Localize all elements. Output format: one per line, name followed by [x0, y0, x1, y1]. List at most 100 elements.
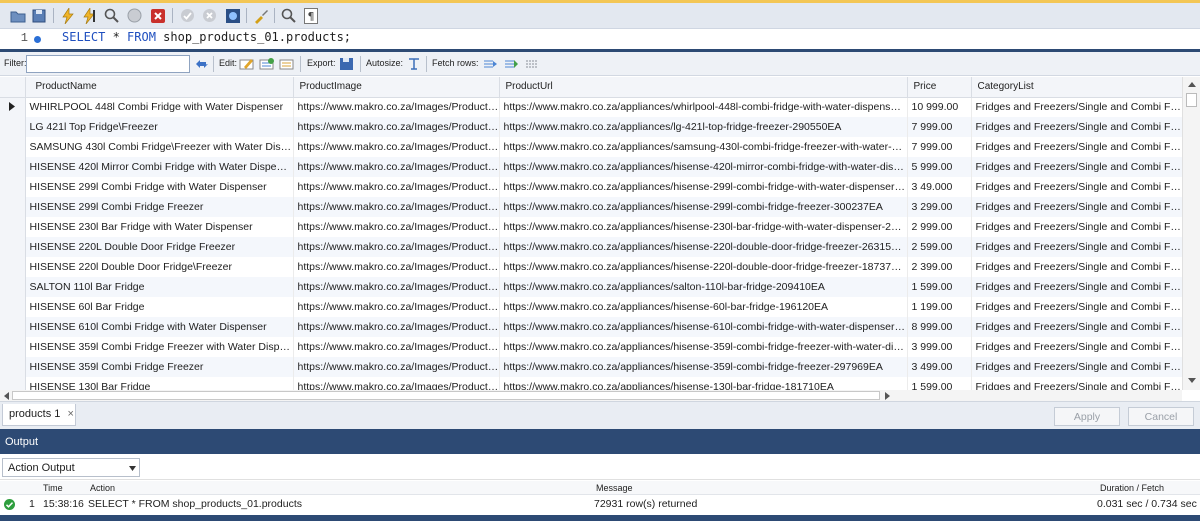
product-image-cell[interactable]: https://www.makro.co.za/Images/Products.…: [293, 297, 500, 317]
category-list-cell[interactable]: Fridges and Freezers/Single and Combi Fr…: [971, 197, 1182, 217]
close-tab-icon[interactable]: ×: [67, 408, 73, 420]
horizontal-scrollbar[interactable]: [0, 390, 1182, 401]
product-name-cell[interactable]: HISENSE 230l Bar Fridge with Water Dispe…: [25, 217, 294, 237]
product-image-cell[interactable]: https://www.makro.co.za/Images/Products.…: [293, 237, 500, 257]
price-cell[interactable]: 3 49.000: [907, 177, 972, 197]
product-image-cell[interactable]: https://www.makro.co.za/Images/Products.…: [293, 377, 500, 390]
auto-commit-icon[interactable]: [224, 7, 241, 24]
price-cell[interactable]: 1 599.00: [907, 277, 972, 297]
row-header[interactable]: [0, 137, 26, 157]
table-row[interactable]: SALTON 110l Bar Fridge https://www.makro.…: [0, 277, 1182, 297]
row-header[interactable]: [0, 357, 26, 377]
category-list-cell[interactable]: Fridges and Freezers/Single and Combi Fr…: [971, 217, 1182, 237]
product-url-cell[interactable]: https://www.makro.co.za/appliances/samsu…: [499, 137, 908, 157]
product-url-cell[interactable]: https://www.makro.co.za/appliances/hisen…: [499, 297, 908, 317]
row-header[interactable]: [0, 197, 26, 217]
cancel-button[interactable]: Cancel: [1128, 407, 1194, 426]
category-list-cell[interactable]: Fridges and Freezers/Single and Combi Fr…: [971, 177, 1182, 197]
save-icon[interactable]: [30, 7, 47, 24]
product-image-cell[interactable]: https://www.makro.co.za/Images/Products.…: [293, 357, 500, 377]
product-image-cell[interactable]: https://www.makro.co.za/Images/Products.…: [293, 97, 500, 117]
product-name-cell[interactable]: HISENSE 220L Double Door Fridge Freezer: [25, 237, 294, 257]
table-row[interactable]: WHIRLPOOL 448l Combi Fridge with Water D…: [0, 97, 1182, 117]
row-header[interactable]: [0, 177, 26, 197]
product-name-cell[interactable]: HISENSE 610l Combi Fridge with Water Dis…: [25, 317, 294, 337]
row-header[interactable]: [0, 257, 26, 277]
stop-icon[interactable]: [126, 7, 143, 24]
table-row[interactable]: HISENSE 299l Combi Fridge with Water Dis…: [0, 177, 1182, 197]
product-image-cell[interactable]: https://www.makro.co.za/Images/Products.…: [293, 317, 500, 337]
scroll-left-icon[interactable]: [3, 392, 9, 400]
product-name-cell[interactable]: HISENSE 220l Double Door Fridge\Freezer: [25, 257, 294, 277]
table-row[interactable]: HISENSE 220L Double Door Fridge Freezer h…: [0, 237, 1182, 257]
product-url-cell[interactable]: https://www.makro.co.za/appliances/hisen…: [499, 217, 908, 237]
price-cell[interactable]: 5 999.00: [907, 157, 972, 177]
category-list-cell[interactable]: Fridges and Freezers/Single and Combi Fr…: [971, 297, 1182, 317]
sql-editor[interactable]: 1 SELECT * FROM shop_products_01.product…: [0, 29, 1200, 49]
product-image-cell[interactable]: https://www.makro.co.za/Images/Products.…: [293, 137, 500, 157]
category-list-cell[interactable]: Fridges and Freezers/Single and Combi Fr…: [971, 317, 1182, 337]
product-name-cell[interactable]: HISENSE 299l Combi Fridge Freezer: [25, 197, 294, 217]
category-list-cell[interactable]: Fridges and Freezers/Single and Combi Fr…: [971, 237, 1182, 257]
beautify-brush-icon[interactable]: [252, 7, 269, 24]
fetch-more-icon[interactable]: [523, 56, 540, 72]
apply-button[interactable]: Apply: [1054, 407, 1120, 426]
product-image-cell[interactable]: https://www.makro.co.za/Images/Products.…: [293, 177, 500, 197]
product-name-cell[interactable]: LG 421l Top Fridge\Freezer: [25, 117, 294, 137]
product-url-cell[interactable]: https://www.makro.co.za/appliances/hisen…: [499, 317, 908, 337]
table-row[interactable]: LG 421l Top Fridge\Freezer https://www.ma…: [0, 117, 1182, 137]
insert-row-icon[interactable]: [258, 56, 275, 72]
price-cell[interactable]: 2 599.00: [907, 237, 972, 257]
category-list-cell[interactable]: Fridges and Freezers/Single and Combi Fr…: [971, 257, 1182, 277]
table-row[interactable]: HISENSE 130l Bar Fridge https://www.makro…: [0, 377, 1182, 390]
column-header-price[interactable]: Price: [907, 77, 972, 98]
product-name-cell[interactable]: WHIRLPOOL 448l Combi Fridge with Water D…: [25, 97, 294, 117]
column-header-productimage[interactable]: ProductImage: [293, 77, 500, 98]
product-url-cell[interactable]: https://www.makro.co.za/appliances/hisen…: [499, 337, 908, 357]
fetch-next-icon[interactable]: [481, 56, 498, 72]
horizontal-scroll-thumb[interactable]: [12, 391, 880, 400]
row-header[interactable]: [0, 97, 26, 117]
product-name-cell[interactable]: SAMSUNG 430l Combi Fridge\Freezer with W…: [25, 137, 294, 157]
table-row[interactable]: HISENSE 299l Combi Fridge Freezer https:/…: [0, 197, 1182, 217]
product-image-cell[interactable]: https://www.makro.co.za/Images/Products.…: [293, 257, 500, 277]
vertical-scroll-thumb[interactable]: [1186, 93, 1197, 107]
table-row[interactable]: HISENSE 359l Combi Fridge Freezer https:/…: [0, 357, 1182, 377]
price-cell[interactable]: 1 599.00: [907, 377, 972, 390]
product-image-cell[interactable]: https://www.makro.co.za/Images/Products.…: [293, 217, 500, 237]
product-url-cell[interactable]: https://www.makro.co.za/appliances/whirl…: [499, 97, 908, 117]
row-header[interactable]: [0, 277, 26, 297]
table-row[interactable]: HISENSE 359l Combi Fridge Freezer with W…: [0, 337, 1182, 357]
product-image-cell[interactable]: https://www.makro.co.za/Images/Products.…: [293, 277, 500, 297]
invisible-chars-icon[interactable]: ¶: [302, 7, 319, 24]
row-header[interactable]: [0, 157, 26, 177]
rollback-icon[interactable]: [201, 7, 218, 24]
delete-row-icon[interactable]: [278, 56, 295, 72]
refresh-icon[interactable]: [193, 56, 210, 72]
sql-statement[interactable]: SELECT * FROM shop_products_01.products;: [62, 30, 351, 44]
price-cell[interactable]: 2 399.00: [907, 257, 972, 277]
category-list-cell[interactable]: Fridges and Freezers/Single and Combi Fr…: [971, 277, 1182, 297]
category-list-cell[interactable]: Fridges and Freezers/Single and Combi Fr…: [971, 117, 1182, 137]
table-row[interactable]: HISENSE 60l Bar Fridge https://www.makro.…: [0, 297, 1182, 317]
product-url-cell[interactable]: https://www.makro.co.za/appliances/hisen…: [499, 377, 908, 390]
result-tab-products-1[interactable]: products 1 ×: [2, 404, 76, 426]
price-cell[interactable]: 3 499.00: [907, 357, 972, 377]
toggle-error-icon[interactable]: [149, 7, 166, 24]
row-header[interactable]: [0, 377, 26, 390]
product-name-cell[interactable]: SALTON 110l Bar Fridge: [25, 277, 294, 297]
product-image-cell[interactable]: https://www.makro.co.za/Images/Products.…: [293, 337, 500, 357]
price-cell[interactable]: 3 999.00: [907, 337, 972, 357]
filter-input[interactable]: [26, 55, 190, 73]
fetch-all-icon[interactable]: [502, 56, 519, 72]
lightning-icon[interactable]: [59, 7, 76, 24]
find-icon[interactable]: [280, 7, 297, 24]
commit-check-icon[interactable]: [179, 7, 196, 24]
product-name-cell[interactable]: HISENSE 299l Combi Fridge with Water Dis…: [25, 177, 294, 197]
vertical-scrollbar[interactable]: [1182, 77, 1200, 390]
scroll-up-icon[interactable]: [1188, 81, 1196, 87]
product-url-cell[interactable]: https://www.makro.co.za/appliances/hisen…: [499, 357, 908, 377]
row-header[interactable]: [0, 337, 26, 357]
product-url-cell[interactable]: https://www.makro.co.za/appliances/hisen…: [499, 257, 908, 277]
price-cell[interactable]: 10 999.00: [907, 97, 972, 117]
